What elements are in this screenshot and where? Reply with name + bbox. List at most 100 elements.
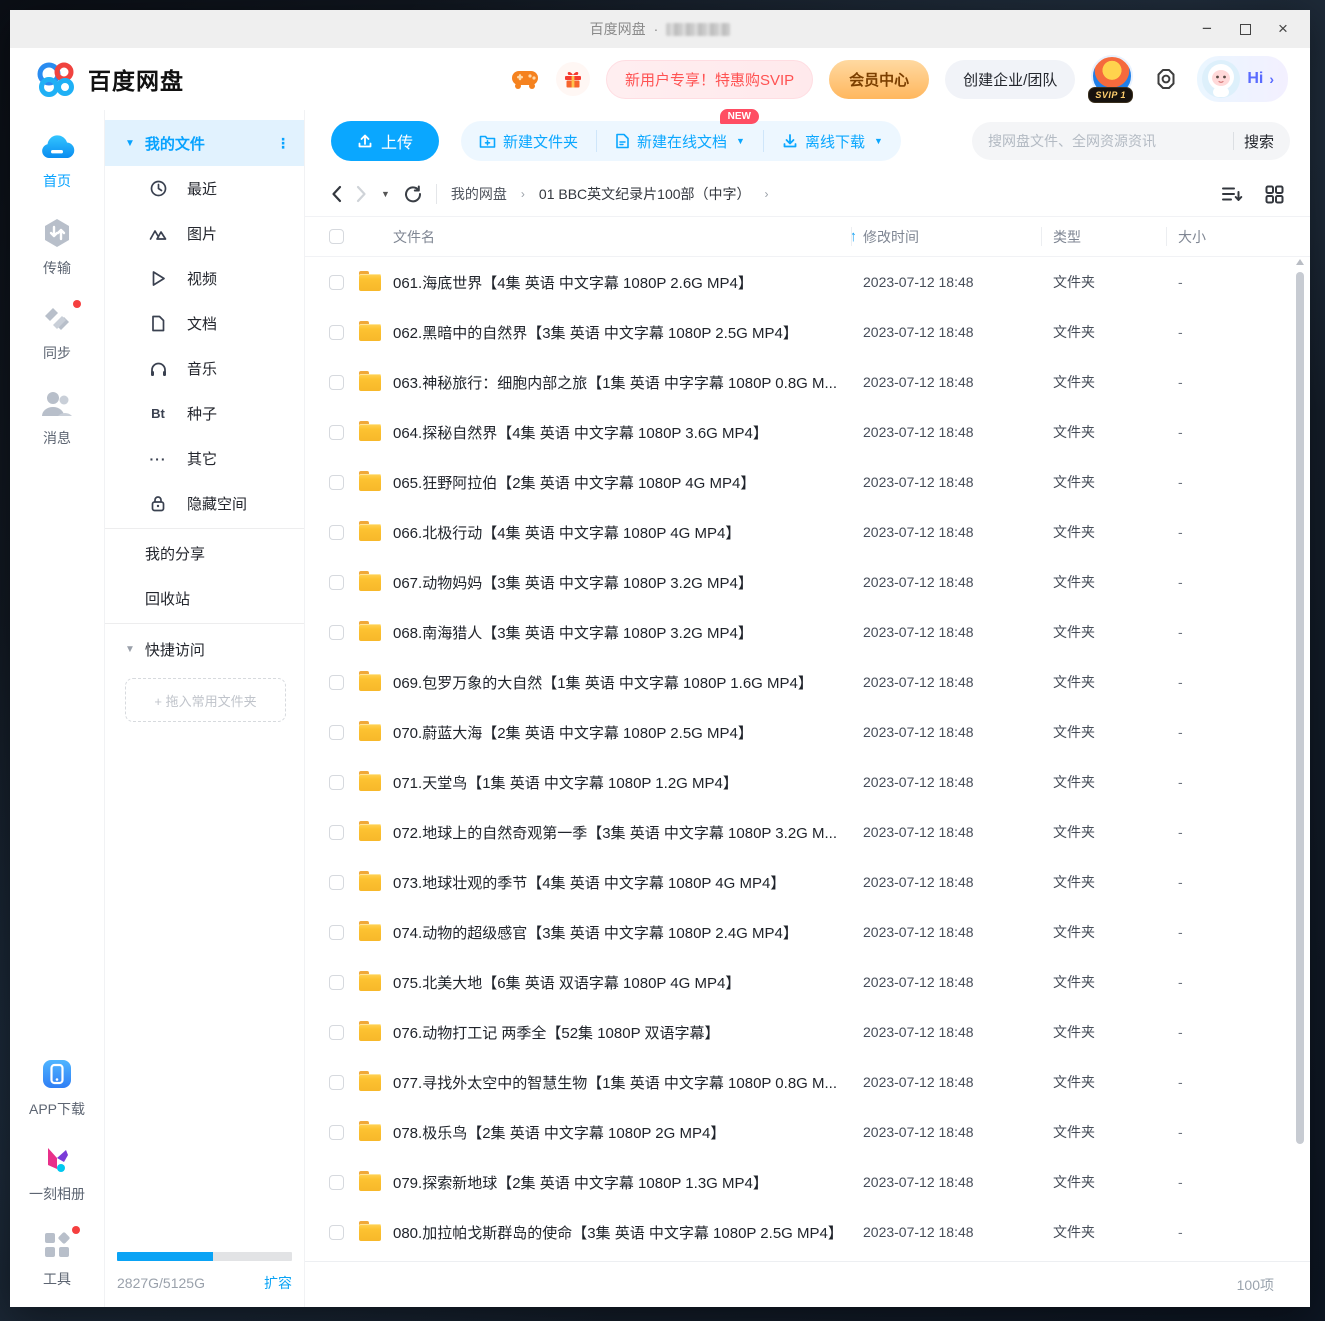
file-name[interactable]: 073.地球壮观的季节【4集 英语 中文字幕 1080P 4G MP4】 — [393, 872, 863, 893]
sidebar-item-my-share[interactable]: 我的分享 — [105, 531, 304, 576]
sidebar-item-music[interactable]: 音乐 — [105, 346, 304, 391]
breadcrumb-root[interactable]: 我的网盘 — [451, 184, 507, 204]
nav-item-photo-album[interactable]: 一刻相册 — [29, 1145, 85, 1204]
table-row[interactable]: 076.动物打工记 两季全【52集 1080P 双语字幕】 2023-07-12… — [305, 1007, 1310, 1057]
gift-icon[interactable] — [555, 62, 590, 96]
row-checkbox[interactable] — [329, 724, 344, 740]
table-row[interactable]: 065.狂野阿拉伯【2集 英语 中文字幕 1080P 4G MP4】 2023-… — [305, 457, 1310, 507]
table-row[interactable]: 079.探索新地球【2集 英语 中文字幕 1080P 1.3G MP4】 202… — [305, 1157, 1310, 1207]
row-checkbox[interactable] — [329, 1124, 344, 1140]
file-name[interactable]: 080.加拉帕戈斯群岛的使命【3集 英语 中文字幕 1080P 2.5G MP4… — [393, 1222, 863, 1243]
scrollbar-thumb[interactable] — [1296, 272, 1304, 1145]
file-name[interactable]: 079.探索新地球【2集 英语 中文字幕 1080P 1.3G MP4】 — [393, 1172, 863, 1193]
file-name[interactable]: 068.南海猎人【3集 英语 中文字幕 1080P 3.2G MP4】 — [393, 622, 863, 643]
file-name[interactable]: 065.狂野阿拉伯【2集 英语 中文字幕 1080P 4G MP4】 — [393, 472, 863, 493]
row-checkbox[interactable] — [329, 974, 344, 990]
column-header-type[interactable]: 类型 — [1041, 217, 1178, 256]
table-row[interactable]: 063.神秘旅行：细胞内部之旅【1集 英语 中字字幕 1080P 0.8G M.… — [305, 357, 1310, 407]
file-name[interactable]: 069.包罗万象的大自然【1集 英语 中文字幕 1080P 1.6G MP4】 — [393, 672, 863, 693]
table-row[interactable]: 069.包罗万象的大自然【1集 英语 中文字幕 1080P 1.6G MP4】 … — [305, 657, 1310, 707]
minimize-button[interactable]: − — [1188, 10, 1226, 48]
row-checkbox[interactable] — [329, 1174, 344, 1190]
nav-item-app-download[interactable]: APP下载 — [29, 1058, 85, 1119]
table-row[interactable]: 080.加拉帕戈斯群岛的使命【3集 英语 中文字幕 1080P 2.5G MP4… — [305, 1207, 1310, 1257]
table-row[interactable]: 073.地球壮观的季节【4集 英语 中文字幕 1080P 4G MP4】 202… — [305, 857, 1310, 907]
nav-item-sync[interactable]: 同步 — [41, 300, 81, 363]
row-checkbox[interactable] — [329, 1224, 344, 1240]
assistant-entry[interactable]: Hi › — [1197, 56, 1288, 102]
sidebar-item-images[interactable]: 图片 — [105, 211, 304, 256]
file-name[interactable]: 077.寻找外太空中的智慧生物【1集 英语 中文字幕 1080P 0.8G M.… — [393, 1072, 863, 1093]
column-header-name[interactable]: 文件名 — [393, 227, 435, 247]
table-row[interactable]: 071.天堂鸟【1集 英语 中文字幕 1080P 1.2G MP4】 2023-… — [305, 757, 1310, 807]
sidebar-item-quick-access[interactable]: ▼ 快捷访问 — [105, 626, 304, 672]
column-header-modified[interactable]: 修改时间 — [851, 217, 1053, 256]
sidebar-item-torrents[interactable]: Bt 种子 — [105, 391, 304, 436]
svip-promo-button[interactable]: 新用户专享！特惠购SVIP — [605, 59, 814, 99]
new-online-doc-button[interactable]: NEW 新建在线文档 ▼ — [596, 109, 763, 152]
table-row[interactable]: 075.北美大地【6集 英语 双语字幕 1080P 4G MP4】 2023-0… — [305, 957, 1310, 1007]
row-checkbox[interactable] — [329, 524, 344, 540]
file-name[interactable]: 066.北极行动【4集 英语 中文字幕 1080P 4G MP4】 — [393, 522, 863, 543]
column-header-size[interactable]: 大小 — [1166, 217, 1264, 256]
search-button[interactable]: 搜索 — [1244, 131, 1274, 152]
search-box[interactable]: 搜索 — [972, 122, 1290, 160]
offline-download-button[interactable]: 离线下载 ▼ — [762, 130, 901, 152]
history-dropdown-icon[interactable]: ▼ — [381, 189, 390, 199]
table-row[interactable]: 068.南海猎人【3集 英语 中文字幕 1080P 3.2G MP4】 2023… — [305, 607, 1310, 657]
file-name[interactable]: 063.神秘旅行：细胞内部之旅【1集 英语 中字字幕 1080P 0.8G M.… — [393, 372, 863, 393]
favorite-folder-dropzone[interactable]: + 拖入常用文件夹 — [125, 678, 286, 722]
breadcrumb-current[interactable]: 01 BBC英文纪录片100部（中字） — [539, 184, 751, 204]
sidebar-item-hidden-space[interactable]: 隐藏空间 — [105, 481, 304, 526]
scroll-up-arrow-icon[interactable] — [1296, 259, 1304, 265]
file-name[interactable]: 076.动物打工记 两季全【52集 1080P 双语字幕】 — [393, 1022, 863, 1043]
table-row[interactable]: 066.北极行动【4集 英语 中文字幕 1080P 4G MP4】 2023-0… — [305, 507, 1310, 557]
row-checkbox[interactable] — [329, 824, 344, 840]
file-name[interactable]: 064.探秘自然界【4集 英语 中文字幕 1080P 3.6G MP4】 — [393, 422, 863, 443]
sidebar-item-recent[interactable]: 最近 — [105, 166, 304, 211]
refresh-icon[interactable] — [404, 185, 422, 203]
forward-button[interactable] — [356, 185, 367, 203]
file-name[interactable]: 071.天堂鸟【1集 英语 中文字幕 1080P 1.2G MP4】 — [393, 772, 863, 793]
table-row[interactable]: 078.极乐鸟【2集 英语 中文字幕 1080P 2G MP4】 2023-07… — [305, 1107, 1310, 1157]
table-row[interactable]: 064.探秘自然界【4集 英语 中文字幕 1080P 3.6G MP4】 202… — [305, 407, 1310, 457]
create-team-button[interactable]: 创建企业/团队 — [945, 59, 1076, 99]
table-row[interactable]: 072.地球上的自然奇观第一季【3集 英语 中文字幕 1080P 3.2G M.… — [305, 807, 1310, 857]
settings-icon[interactable] — [1151, 64, 1181, 94]
row-checkbox[interactable] — [329, 374, 344, 390]
row-checkbox[interactable] — [329, 424, 344, 440]
scrollbar[interactable] — [1295, 259, 1305, 1251]
nav-item-transfer[interactable]: 传输 — [41, 217, 73, 278]
file-name[interactable]: 061.海底世界【4集 英语 中文字幕 1080P 2.6G MP4】 — [393, 272, 863, 293]
kebab-menu-icon[interactable]: ⋮ — [276, 136, 290, 150]
row-checkbox[interactable] — [329, 774, 344, 790]
table-row[interactable]: 077.寻找外太空中的智慧生物【1集 英语 中文字幕 1080P 0.8G M.… — [305, 1057, 1310, 1107]
file-name[interactable]: 075.北美大地【6集 英语 双语字幕 1080P 4G MP4】 — [393, 972, 863, 993]
row-checkbox[interactable] — [329, 674, 344, 690]
search-input[interactable] — [988, 133, 1223, 149]
nav-item-home[interactable]: 首页 — [39, 132, 75, 191]
file-name[interactable]: 067.动物妈妈【3集 英语 中文字幕 1080P 3.2G MP4】 — [393, 572, 863, 593]
table-row[interactable]: 067.动物妈妈【3集 英语 中文字幕 1080P 3.2G MP4】 2023… — [305, 557, 1310, 607]
sidebar-item-recycle-bin[interactable]: 回收站 — [105, 576, 304, 621]
table-row[interactable]: 070.蔚蓝大海【2集 英语 中文字幕 1080P 2.5G MP4】 2023… — [305, 707, 1310, 757]
back-button[interactable] — [331, 185, 342, 203]
grid-view-icon[interactable] — [1265, 185, 1284, 204]
upload-button[interactable]: 上传 — [331, 121, 440, 161]
sidebar-item-my-files[interactable]: ▼ 我的文件 ⋮ — [105, 120, 304, 166]
file-name[interactable]: 072.地球上的自然奇观第一季【3集 英语 中文字幕 1080P 3.2G M.… — [393, 822, 863, 843]
row-checkbox[interactable] — [329, 274, 344, 290]
new-folder-button[interactable]: 新建文件夹 — [461, 130, 596, 152]
row-checkbox[interactable] — [329, 324, 344, 340]
file-name[interactable]: 078.极乐鸟【2集 英语 中文字幕 1080P 2G MP4】 — [393, 1122, 863, 1143]
row-checkbox[interactable] — [329, 474, 344, 490]
close-button[interactable]: × — [1264, 10, 1302, 48]
user-avatar[interactable]: SVIP 1 — [1088, 55, 1135, 103]
row-checkbox[interactable] — [329, 924, 344, 940]
table-row[interactable]: 061.海底世界【4集 英语 中文字幕 1080P 2.6G MP4】 2023… — [305, 257, 1310, 307]
member-center-button[interactable]: 会员中心 — [829, 59, 930, 99]
file-name[interactable]: 074.动物的超级感官【3集 英语 中文字幕 1080P 2.4G MP4】 — [393, 922, 863, 943]
sidebar-item-documents[interactable]: 文档 — [105, 301, 304, 346]
maximize-button[interactable] — [1226, 10, 1264, 48]
expand-storage-link[interactable]: 扩容 — [264, 1273, 292, 1293]
